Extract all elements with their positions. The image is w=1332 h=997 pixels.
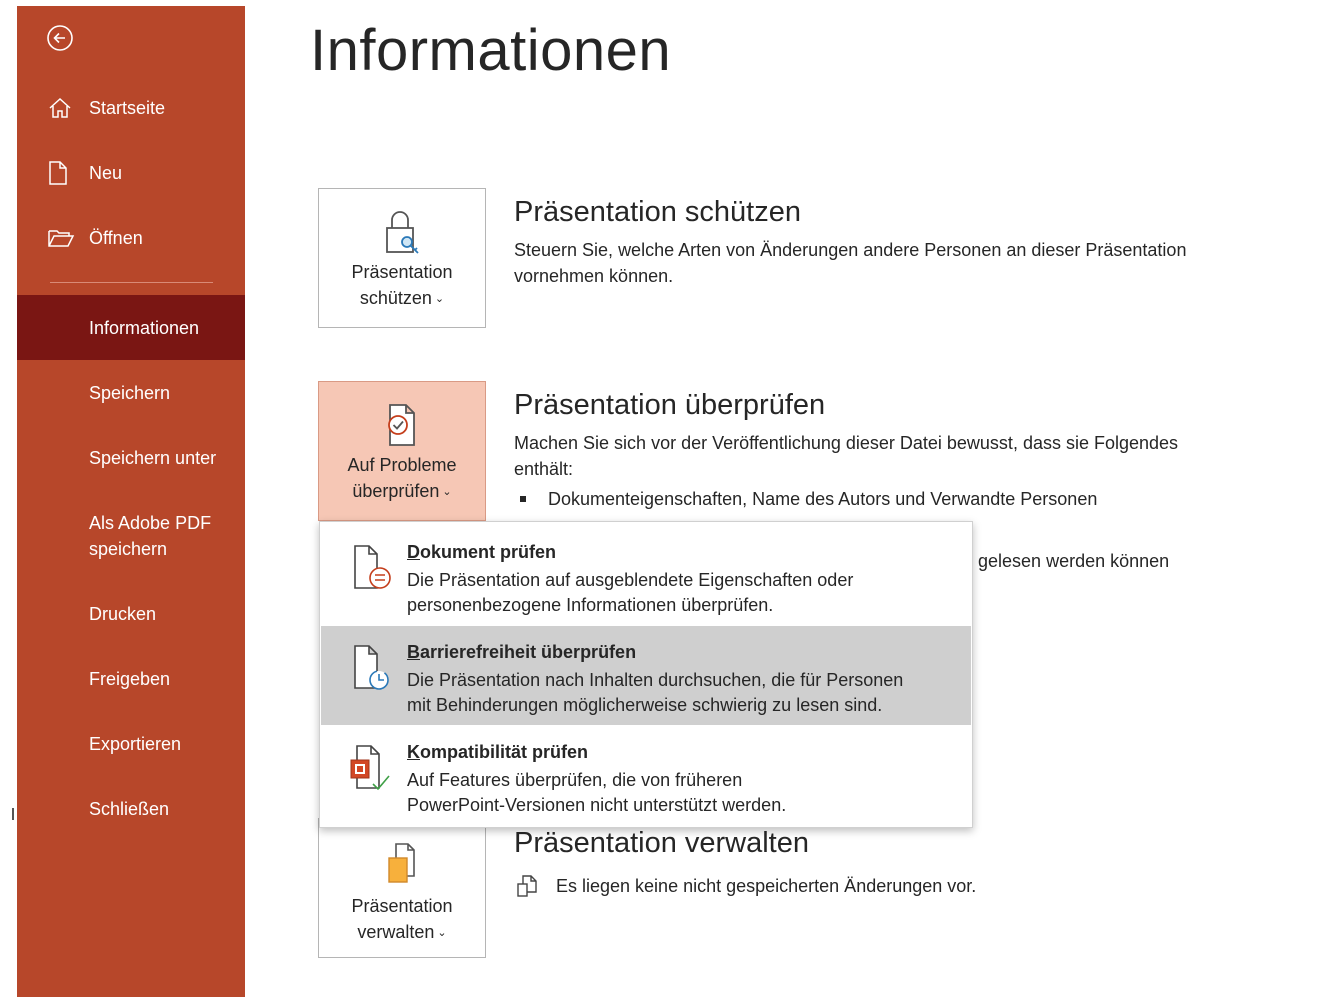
- protect-tile-line1: Präsentation: [351, 262, 453, 282]
- nav-neu[interactable]: Neu: [17, 148, 245, 198]
- nav-drucken-label: Drucken: [89, 603, 157, 624]
- nav-drucken[interactable]: Drucken: [17, 581, 245, 646]
- inspect-bullet-item: Dokumenteigenschaften, Name des Autors u…: [520, 486, 1097, 512]
- nav-speichern-unter[interactable]: Speichern unter: [17, 425, 245, 490]
- manage-section-title: Präsentation verwalten: [514, 827, 809, 859]
- protect-tile-line2: schützen: [359, 288, 432, 308]
- nav-startseite-label: Startseite: [89, 97, 166, 118]
- nav-oeffnen-label: Öffnen: [89, 227, 143, 248]
- nav-freigeben[interactable]: Freigeben: [17, 646, 245, 711]
- nav-freigeben-label: Freigeben: [89, 668, 171, 689]
- sidebar-divider: [50, 282, 213, 283]
- mnemonic-letter: K: [407, 742, 420, 762]
- manage-status: Es liegen keine nicht gespeicherten Ände…: [516, 873, 976, 899]
- menu-item-description: Auf Features überprüfen, die von frühere…: [407, 768, 947, 818]
- menu-item-title-rest: arrierefreiheit überprüfen: [420, 642, 637, 662]
- nav-informationen[interactable]: Informationen: [17, 295, 245, 360]
- menu-item-desc-line2: mit Behinderungen möglicherweise schwier…: [407, 695, 883, 715]
- chevron-down-icon: ⌄: [437, 927, 447, 939]
- inspect-section-title: Präsentation überprüfen: [514, 389, 826, 421]
- nav-informationen-label: Informationen: [89, 317, 200, 338]
- mnemonic-letter: B: [407, 642, 420, 662]
- nav-exportieren-label: Exportieren: [89, 733, 182, 754]
- menu-item-desc-line2: PowerPoint-Versionen nicht unterstützt w…: [407, 795, 787, 815]
- nav-schliessen[interactable]: Schließen: [17, 776, 245, 841]
- back-button[interactable]: [42, 20, 78, 56]
- nav-exportieren[interactable]: Exportieren: [17, 711, 245, 776]
- protect-presentation-button[interactable]: Präsentation schützen ⌄: [318, 188, 486, 328]
- chevron-down-icon: ⌄: [434, 293, 445, 305]
- nav-neu-label: Neu: [89, 162, 123, 183]
- inspect-document-icon: [345, 540, 395, 596]
- inspect-document-icon: [380, 398, 424, 452]
- manage-tile-label: Präsentation verwalten ⌄: [351, 893, 452, 946]
- menu-item-desc-line1: Die Präsentation auf ausgeblendete Eigen…: [407, 570, 854, 590]
- document-status-icon: [516, 873, 540, 899]
- nav-speichern-label: Speichern: [89, 382, 171, 403]
- protect-section-description: Steuern Sie, welche Arten von Änderungen…: [514, 240, 1187, 286]
- menu-item-title: Dokument prüfen: [407, 540, 556, 564]
- inspect-section-description: Machen Sie sich vor der Veröffentlichung…: [514, 433, 1179, 479]
- compatibility-check-icon: [345, 740, 395, 796]
- menu-item-desc-line2: personenbezogene Informationen überprüfe…: [407, 595, 774, 615]
- chevron-down-icon: ⌄: [442, 486, 452, 498]
- manage-documents-icon: [380, 839, 424, 893]
- menu-item-check-compatibility[interactable]: Kompatibilität prüfen Auf Features überp…: [321, 726, 971, 825]
- nav-schliessen-label: Schließen: [89, 798, 170, 819]
- menu-item-title-rest: ompatibilität prüfen: [420, 742, 588, 762]
- nav-oeffnen[interactable]: Öffnen: [17, 213, 245, 263]
- manage-tile-line1: Präsentation: [351, 896, 453, 916]
- check-issues-tile-line1: Auf Probleme: [347, 455, 457, 475]
- menu-item-inspect-document[interactable]: Dokument prüfen Die Präsentation auf aus…: [321, 526, 971, 625]
- page-title: Informationen: [310, 18, 672, 83]
- manage-status-text: Es liegen keine nicht gespeicherten Ände…: [556, 875, 977, 896]
- check-issues-tile-label: Auf Probleme überprüfen ⌄: [347, 452, 456, 505]
- new-document-icon: [47, 160, 77, 186]
- backstage-sidebar: Startseite Neu Öffnen Informationen Spei…: [17, 6, 245, 997]
- check-issues-tile-line2: überprüfen: [352, 481, 440, 501]
- open-folder-icon: [47, 225, 77, 251]
- menu-item-title: Kompatibilität prüfen: [407, 740, 588, 764]
- menu-item-description: Die Präsentation auf ausgeblendete Eigen…: [407, 568, 947, 618]
- mnemonic-letter: D: [407, 542, 420, 562]
- menu-item-desc-line1: Die Präsentation nach Inhalten durchsuch…: [407, 670, 904, 690]
- edge-mark: [12, 808, 14, 820]
- nav-startseite[interactable]: Startseite: [17, 83, 245, 133]
- nav-adobe-pdf-line2: speichern: [89, 539, 168, 559]
- menu-item-title: Barrierefreiheit überprüfen: [407, 640, 636, 664]
- nav-adobe-pdf[interactable]: Als Adobe PDF speichern: [17, 496, 245, 576]
- lock-key-icon: [380, 205, 424, 259]
- accessibility-check-icon: [345, 640, 395, 696]
- nav-adobe-pdf-line1: Als Adobe PDF: [89, 513, 212, 533]
- menu-item-title-rest: okument prüfen: [420, 542, 557, 562]
- menu-item-description: Die Präsentation nach Inhalten durchsuch…: [407, 668, 947, 718]
- protect-section-title: Präsentation schützen: [514, 196, 801, 228]
- back-arrow-icon: [47, 25, 73, 51]
- nav-adobe-pdf-label: Als Adobe PDF speichern: [89, 510, 211, 562]
- check-issues-menu: Dokument prüfen Die Präsentation auf aus…: [319, 521, 973, 828]
- bullet-marker: [520, 496, 526, 502]
- manage-tile-line2: verwalten: [357, 922, 435, 942]
- home-icon: [47, 95, 77, 121]
- nav-speichern[interactable]: Speichern: [17, 360, 245, 425]
- manage-presentation-button[interactable]: Präsentation verwalten ⌄: [318, 818, 486, 958]
- protect-tile-label: Präsentation schützen ⌄: [351, 259, 452, 312]
- inspect-bullet-text: Dokumenteigenschaften, Name des Autors u…: [548, 489, 1098, 509]
- menu-item-desc-line1: Auf Features überprüfen, die von frühere…: [407, 770, 743, 790]
- menu-item-check-accessibility[interactable]: Barrierefreiheit überprüfen Die Präsenta…: [321, 626, 971, 725]
- check-issues-button[interactable]: Auf Probleme überprüfen ⌄: [318, 381, 486, 521]
- nav-speichern-unter-label: Speichern unter: [89, 447, 217, 468]
- inspect-partial-text: ht gelesen werden können: [958, 551, 1170, 571]
